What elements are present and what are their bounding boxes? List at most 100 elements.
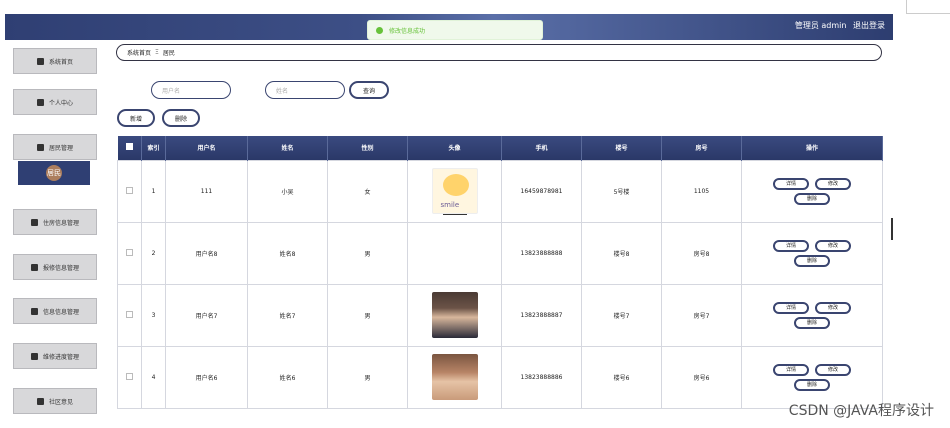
- cell-name: 小吴: [247, 159, 328, 223]
- sidebar-item-label: 社区意见: [48, 398, 73, 406]
- admin-label: 管理员 admin: [794, 21, 847, 30]
- detail-button[interactable]: 详情: [773, 177, 809, 190]
- row-checkbox[interactable]: [126, 248, 133, 256]
- edit-button[interactable]: 修改: [815, 239, 851, 252]
- cell-phone: 13823888888: [501, 221, 582, 285]
- table-row: 4 用户名6 姓名6 男 13823888886 楼号6 房号6 详情 修改 删…: [117, 345, 883, 409]
- window-corner: [906, 0, 950, 14]
- table-row: 1 111 小吴 女 smile 16459878981 5号楼 1105 详情…: [117, 159, 883, 223]
- sidebar-subitem-label: 居民: [47, 169, 61, 177]
- cell-gender: 女: [327, 159, 408, 223]
- delete-button[interactable]: 删除: [794, 192, 830, 205]
- breadcrumb-separator: Ξ: [155, 49, 159, 56]
- toast-message: 修改信息成功: [389, 27, 426, 35]
- detail-button[interactable]: 详情: [773, 301, 809, 314]
- batch-delete-button[interactable]: 删除: [162, 109, 200, 127]
- cell-username: 用户名7: [165, 283, 248, 347]
- logout-link[interactable]: 退出登录: [853, 21, 885, 30]
- select-all-checkbox[interactable]: [125, 143, 133, 151]
- delete-button[interactable]: 删除: [794, 378, 830, 391]
- column-header: 房号: [661, 136, 742, 160]
- cell-index: 1: [141, 159, 166, 223]
- cell-building: 楼号8: [581, 221, 662, 285]
- edit-button[interactable]: 修改: [815, 177, 851, 190]
- table-header-row: 索引 用户名 姓名 性别 头像 手机 楼号 房号 操作: [117, 136, 883, 160]
- sidebar-item-label: 居民管理: [48, 144, 73, 152]
- cell-username: 用户名6: [165, 345, 248, 409]
- table-row: 2 用户名8 姓名8 男 13823888888 楼号8 房号8 详情 修改 删…: [117, 213, 883, 285]
- row-checkbox[interactable]: [126, 186, 133, 194]
- cell-phone: 13823888887: [501, 283, 582, 347]
- home-icon: [30, 218, 38, 226]
- query-button[interactable]: 查询: [349, 81, 389, 99]
- column-header: 操作: [741, 136, 883, 160]
- sidebar-item-label: 维修进度管理: [42, 353, 79, 361]
- sidebar-item-label: 住房信息管理: [42, 219, 79, 227]
- user-area: 管理员 admin 退出登录: [791, 20, 885, 31]
- column-header: 性别: [327, 136, 408, 160]
- cell-building: 5号楼: [581, 159, 662, 223]
- cell-gender: 男: [327, 345, 408, 409]
- breadcrumb-home[interactable]: 系统首页: [127, 48, 151, 57]
- cell-index: 3: [141, 283, 166, 347]
- edit-button[interactable]: 修改: [815, 363, 851, 376]
- sidebar-item-repair[interactable]: 报修信息管理: [13, 254, 97, 280]
- residents-table: 索引 用户名 姓名 性别 头像 手机 楼号 房号 操作 1 111 小吴 女 s…: [117, 136, 883, 409]
- sidebar-item-feedback[interactable]: 社区意见: [13, 388, 97, 414]
- cell-phone: 13823888886: [501, 345, 582, 409]
- cell-building: 楼号6: [581, 345, 662, 409]
- edit-button[interactable]: 修改: [815, 301, 851, 314]
- breadcrumb-current: 居民: [162, 50, 175, 57]
- cell-room: 1105: [661, 159, 742, 223]
- chart-icon: [30, 352, 38, 360]
- column-header: 用户名: [165, 136, 248, 160]
- cell-phone: 16459878981: [501, 159, 582, 223]
- cell-username: 用户名8: [165, 221, 248, 285]
- scrollbar-thumb[interactable]: [891, 218, 893, 240]
- cell-room: 房号6: [661, 345, 742, 409]
- username-placeholder: 用户名: [162, 87, 181, 95]
- cell-building: 楼号7: [581, 283, 662, 347]
- add-button[interactable]: 新增: [117, 109, 155, 127]
- sidebar-item-progress[interactable]: 维修进度管理: [13, 343, 97, 369]
- column-header: 索引: [141, 136, 166, 160]
- sidebar-item-home[interactable]: 系统首页: [13, 48, 97, 74]
- row-checkbox[interactable]: [126, 372, 133, 380]
- name-placeholder: 姓名: [276, 87, 289, 95]
- cell-index: 4: [141, 345, 166, 409]
- column-header: 头像: [407, 136, 502, 160]
- sidebar-item-label: 信息信息管理: [42, 308, 79, 316]
- row-checkbox[interactable]: [126, 310, 133, 318]
- app-root: 管理员 admin 退出登录 修改信息成功 系统首页 个人中心 居民管理 居民 …: [0, 0, 950, 428]
- table-row: 3 用户名7 姓名7 男 13823888887 楼号7 房号7 详情 修改 删…: [117, 283, 883, 347]
- home-icon: [36, 57, 44, 65]
- sidebar-item-housing[interactable]: 住房信息管理: [13, 209, 97, 235]
- folder-icon: [36, 143, 44, 151]
- avatar: [431, 292, 478, 338]
- name-search-input[interactable]: 姓名: [265, 81, 345, 99]
- select-all-header[interactable]: [117, 136, 142, 160]
- success-icon: [376, 26, 383, 34]
- watermark: CSDN @JAVA程序设计: [788, 403, 934, 419]
- cell-room: 房号8: [661, 221, 742, 285]
- delete-button[interactable]: 删除: [794, 254, 830, 267]
- cell-name: 姓名6: [247, 345, 328, 409]
- user-icon: [36, 98, 44, 106]
- main-content: 系统首页 Ξ 居民 用户名 姓名 查询 新增 删除 索引 用户名 姓名 性别 头…: [110, 40, 890, 428]
- sidebar-item-residents[interactable]: 居民管理: [13, 134, 97, 160]
- card-icon: [30, 307, 38, 315]
- avatar-smile-text: smile: [440, 201, 460, 209]
- detail-button[interactable]: 详情: [773, 363, 809, 376]
- sidebar-item-info[interactable]: 信息信息管理: [13, 298, 97, 324]
- delete-button[interactable]: 删除: [794, 316, 830, 329]
- sidebar-subitem-resident[interactable]: 居民: [18, 161, 90, 185]
- column-header: 手机: [501, 136, 582, 160]
- sidebar-item-profile[interactable]: 个人中心: [13, 89, 97, 115]
- column-header: 楼号: [581, 136, 662, 160]
- column-header: 姓名: [247, 136, 328, 160]
- cell-room: 房号7: [661, 283, 742, 347]
- sidebar: 系统首页 个人中心 居民管理 居民 住房信息管理 报修信息管理 信息信息管理 维…: [5, 40, 105, 428]
- username-search-input[interactable]: 用户名: [151, 81, 231, 99]
- detail-button[interactable]: 详情: [773, 239, 809, 252]
- cell-index: 2: [141, 221, 166, 285]
